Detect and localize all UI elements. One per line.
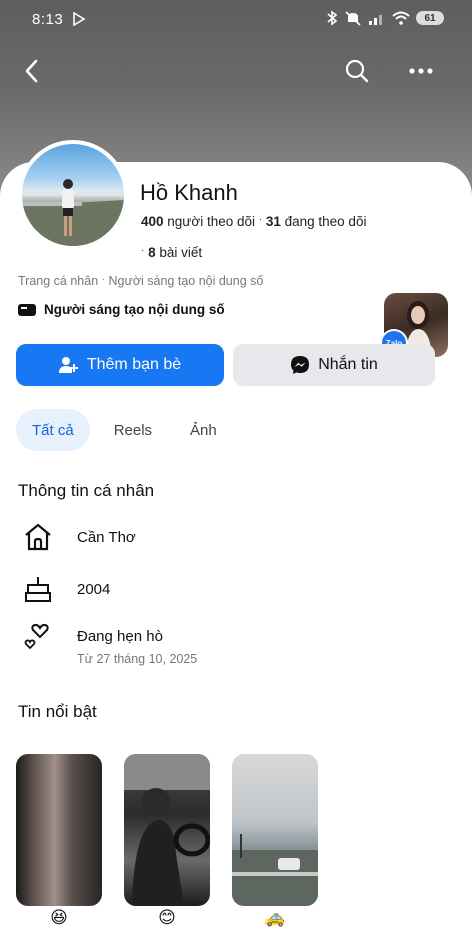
tab-all[interactable]: Tất cả [16, 409, 90, 451]
highlight-story[interactable] [124, 754, 210, 906]
info-birth: 2004 [22, 573, 110, 605]
relationship-since: Từ 27 tháng 10, 2025 [77, 652, 198, 666]
video-icon [18, 303, 36, 316]
back-icon[interactable] [18, 56, 48, 86]
follow-stats[interactable]: 400 người theo dõi · 31 đang theo dõi [141, 214, 366, 229]
relationship-value: Đang hẹn hò [77, 627, 163, 645]
posts-label: bài viết [155, 245, 203, 260]
profile-tabs: Tất cả Reels Ảnh [16, 408, 233, 452]
mute-icon [345, 11, 361, 26]
profile-category-line: Trang cá nhân · Người sáng tạo nội dung … [18, 274, 263, 288]
play-icon [73, 12, 86, 26]
tab-photos[interactable]: Ảnh [174, 409, 233, 451]
birth-year-value: 2004 [77, 580, 111, 598]
messenger-icon [291, 356, 310, 374]
separator-dot: · [258, 214, 263, 225]
following-count: 31 [265, 214, 281, 229]
cake-icon [25, 577, 51, 602]
highlight-emoji: 😊 [158, 908, 176, 927]
battery-indicator: 61 [416, 11, 444, 25]
followers-label: người theo dõi [163, 214, 259, 229]
search-icon[interactable] [342, 56, 372, 86]
hearts-icon [24, 623, 49, 650]
city-value: Cần Thơ [77, 528, 136, 546]
posts-count: 8 [148, 245, 156, 260]
status-time: 8:13 [32, 11, 64, 28]
info-city: Cần Thơ [22, 521, 136, 553]
creator-badge: Người sáng tạo nội dung số [18, 302, 225, 317]
home-icon [25, 523, 51, 551]
highlights-title: Tin nổi bật [18, 702, 97, 721]
story-image [232, 834, 318, 906]
signal-icon [369, 15, 382, 25]
add-friend-button[interactable]: Thêm bạn bè [16, 344, 224, 386]
profile-name: Hồ Khanh [140, 180, 238, 205]
highlight-story[interactable] [16, 754, 102, 906]
highlight-story[interactable] [232, 754, 318, 906]
highlight-emoji: 😆 [50, 908, 68, 927]
more-icon[interactable] [406, 56, 436, 86]
wifi-icon [392, 11, 410, 25]
message-label: Nhắn tin [318, 356, 378, 373]
highlight-emojis: 😆 😊 🚕 [16, 908, 318, 928]
highlight-emoji: 🚕 [264, 908, 286, 927]
add-friend-label: Thêm bạn bè [86, 356, 182, 373]
tab-reels[interactable]: Reels [98, 409, 168, 451]
posts-stat: · 8 bài viết [141, 245, 202, 260]
followers-count: 400 [141, 214, 164, 229]
status-bar: 8:13 61 [0, 0, 472, 40]
avatar[interactable] [22, 144, 124, 246]
add-friend-icon [58, 357, 78, 373]
separator-dot: · [101, 274, 105, 285]
top-nav [0, 52, 472, 92]
status-icons: 61 [326, 10, 444, 26]
bluetooth-icon [327, 10, 338, 26]
avatar-image [22, 179, 124, 246]
separator-dot: · [141, 245, 145, 256]
category-part-1: Trang cá nhân [18, 274, 99, 288]
creator-label: Người sáng tạo nội dung số [44, 302, 225, 317]
story-image [124, 754, 210, 906]
message-button[interactable]: Nhắn tin [233, 344, 435, 386]
category-part-2: Người sáng tạo nội dung số [108, 274, 264, 288]
info-relationship: Đang hẹn hò [22, 620, 163, 652]
highlights-list [16, 754, 318, 906]
avatar-ring[interactable] [18, 140, 128, 250]
following-label: đang theo dõi [280, 214, 367, 229]
about-title: Thông tin cá nhân [18, 481, 155, 500]
